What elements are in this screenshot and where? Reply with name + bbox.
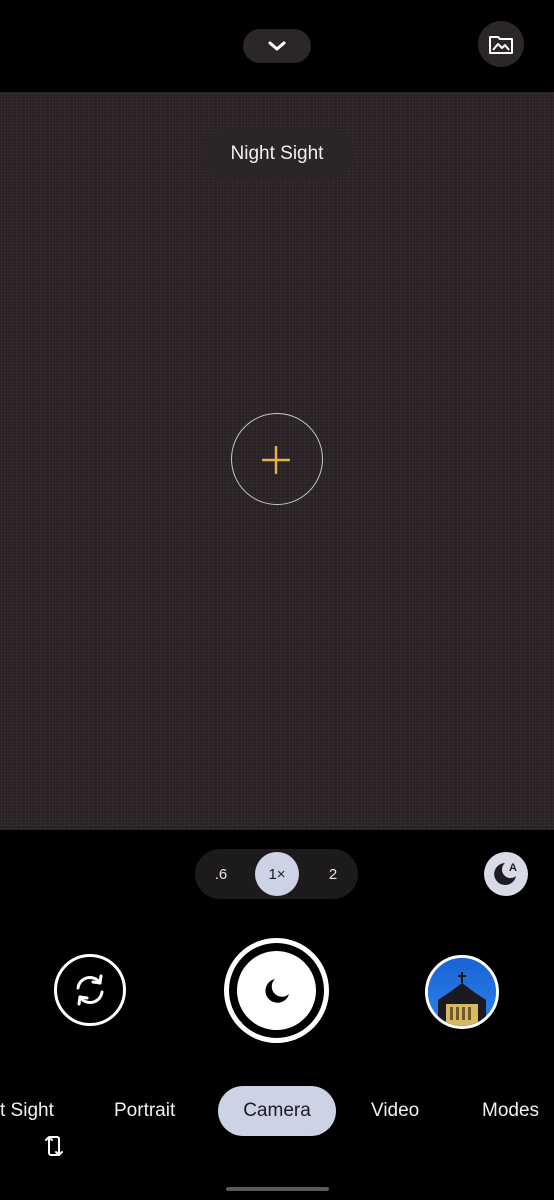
zoom-option-label: .6 — [214, 865, 228, 883]
home-indicator[interactable] — [226, 1187, 329, 1191]
night-sight-auto-button[interactable]: A — [484, 852, 528, 896]
mode-label: Modes — [482, 1100, 540, 1121]
mode-indicator-chip: Night Sight — [200, 129, 354, 179]
mode-portrait[interactable]: Portrait — [114, 1086, 175, 1136]
last-photo-thumbnail[interactable] — [425, 955, 499, 1029]
shutter-button[interactable] — [224, 938, 329, 1043]
zoom-option-2[interactable]: 2 — [312, 853, 354, 895]
mode-modes[interactable]: Modes — [482, 1086, 539, 1136]
settings-dropdown-button[interactable] — [243, 29, 311, 63]
zoom-option-0-6[interactable]: .6 — [200, 853, 242, 895]
mode-label: Portrait — [114, 1100, 176, 1121]
zoom-selector: .6 1× 2 — [195, 849, 358, 899]
zoom-option-label: 2 — [328, 865, 338, 883]
mode-label: Video — [371, 1100, 420, 1121]
rotate-device-button[interactable] — [43, 1132, 65, 1160]
focus-crosshair-icon — [262, 446, 290, 474]
rotate-device-icon — [45, 1136, 63, 1156]
night-shutter-moon-icon — [264, 978, 289, 1003]
zoom-option-1x[interactable]: 1× — [255, 852, 299, 896]
mode-video[interactable]: Video — [371, 1086, 419, 1136]
mode-label: Camera — [243, 1100, 311, 1121]
svg-text:A: A — [509, 862, 517, 874]
gallery-button[interactable] — [478, 21, 524, 67]
chevron-down-icon — [268, 41, 286, 51]
camera-viewfinder[interactable]: Night Sight — [0, 92, 554, 830]
mode-night-sight[interactable]: t Sight — [0, 1086, 54, 1136]
zoom-option-label: 1× — [268, 865, 286, 883]
mode-carousel: t Sight Portrait Camera Video Modes — [0, 1086, 554, 1136]
mode-indicator-label: Night Sight — [230, 143, 324, 164]
top-bar — [0, 0, 554, 92]
mode-camera[interactable]: Camera — [218, 1086, 336, 1136]
switch-camera-button[interactable] — [54, 954, 126, 1026]
shutter-inner — [237, 951, 316, 1030]
switch-camera-icon — [76, 974, 104, 1006]
gallery-folder-icon — [489, 36, 513, 54]
night-sight-auto-icon: A — [494, 862, 517, 885]
photo-thumbnail-image — [428, 958, 496, 1026]
mode-label: t Sight — [0, 1100, 54, 1121]
